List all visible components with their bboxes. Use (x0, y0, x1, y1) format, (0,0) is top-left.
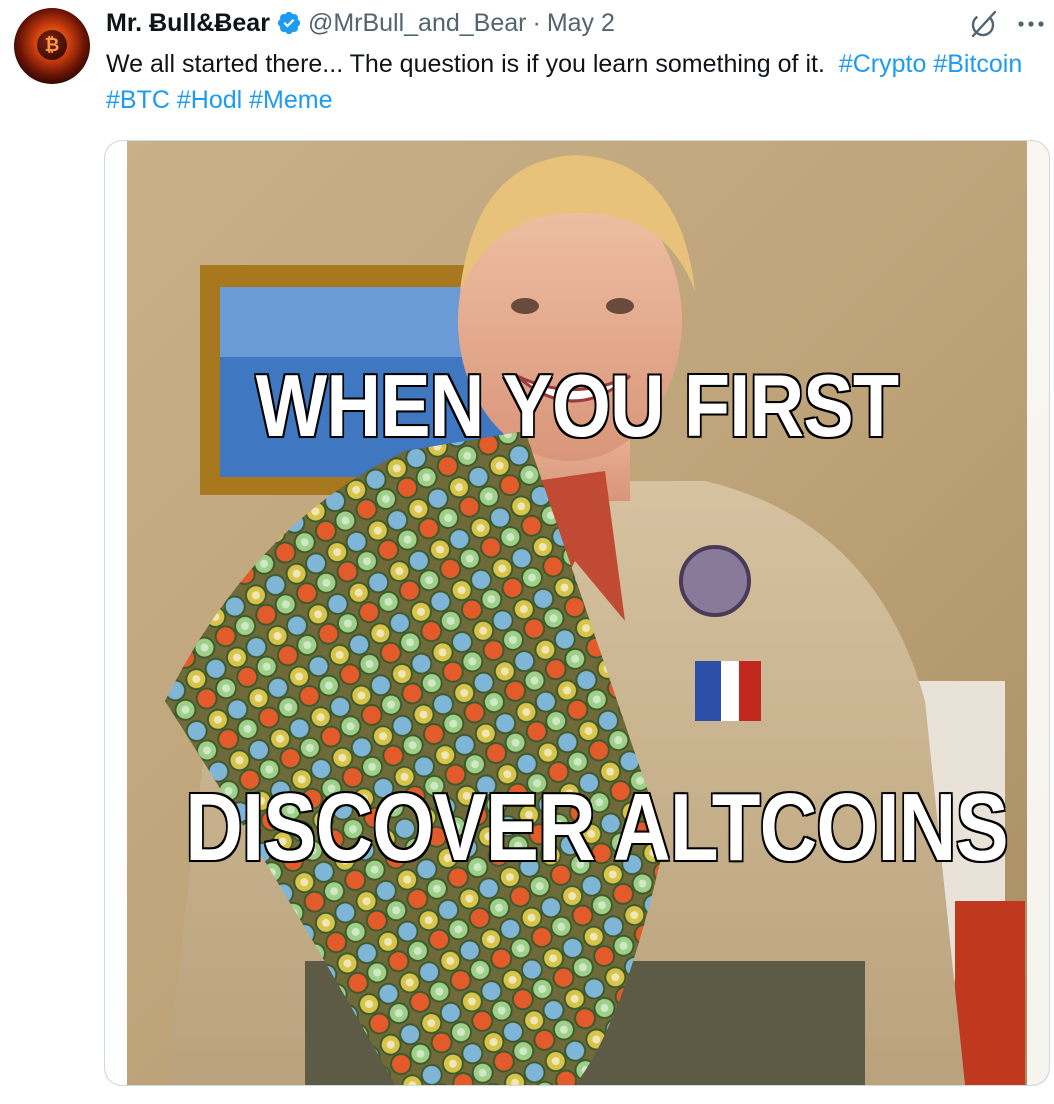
user-handle[interactable]: @MrBull_and_Bear (308, 9, 527, 38)
post-date[interactable]: May 2 (547, 9, 615, 38)
hashtag-bitcoin[interactable]: #Bitcoin (933, 50, 1022, 78)
verified-badge-icon[interactable] (276, 10, 302, 36)
bitcoin-logo-icon: ₿ (37, 30, 67, 60)
grok-icon[interactable] (968, 8, 1000, 40)
meme-caption-top: WHEN YOU FIRST (254, 355, 900, 457)
meme-photo (105, 141, 1049, 1085)
hashtag-crypto[interactable]: #Crypto (839, 50, 927, 78)
tweet-header: Mr. Ƀull&Ƀear @MrBull_and_Bear · May 2 (106, 6, 615, 40)
meme-caption-bottom: DISCOVER ALTCOINS (184, 773, 1010, 883)
tweet-text: We all started there... The question is … (106, 46, 1046, 118)
hashtag-hodl[interactable]: #Hodl (177, 86, 242, 114)
display-name[interactable]: Mr. Ƀull&Ƀear (106, 9, 270, 38)
hashtag-btc[interactable]: #BTC (106, 86, 170, 114)
hashtag-meme[interactable]: #Meme (249, 86, 332, 114)
avatar[interactable]: ₿ (14, 8, 90, 84)
separator-dot: · (532, 8, 541, 37)
meme-image[interactable]: WHEN YOU FIRST DISCOVER ALTCOINS (104, 140, 1050, 1086)
tweet-body: We all started there... The question is … (106, 50, 825, 78)
more-options-icon[interactable] (1014, 10, 1048, 38)
